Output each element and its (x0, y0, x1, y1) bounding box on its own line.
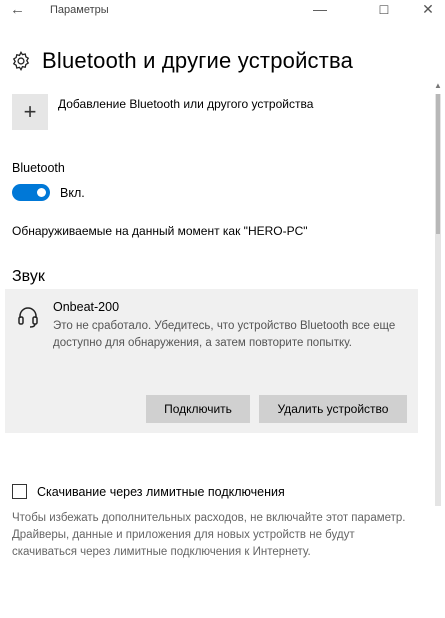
bluetooth-toggle-row: Вкл. (12, 184, 85, 201)
device-error-message: Это не сработало. Убедитесь, что устройс… (53, 320, 396, 349)
headset-icon (18, 307, 38, 328)
plus-icon: + (12, 94, 48, 130)
minimize-button[interactable]: — (310, 1, 330, 17)
maximize-button[interactable]: ☐ (374, 3, 394, 17)
metered-option: Скачивание через лимитные подключения (12, 484, 285, 499)
metered-checkbox-label[interactable]: Скачивание через лимитные подключения (37, 485, 285, 499)
plus-glyph: + (23, 99, 37, 124)
connect-button[interactable]: Подключить (146, 395, 250, 423)
bluetooth-toggle[interactable] (12, 184, 50, 201)
add-device-label: Добавление Bluetooth или другого устройс… (58, 97, 314, 111)
window-title: Параметры (50, 4, 109, 16)
scroll-track[interactable] (435, 94, 441, 506)
add-device-button[interactable]: + Добавление Bluetooth или другого устро… (12, 94, 313, 130)
gear-icon (12, 50, 30, 72)
sound-section-heading: Звук (12, 268, 45, 285)
metered-checkbox[interactable] (12, 484, 27, 499)
title-bar: ← Параметры — ☐ ✕ (0, 0, 445, 22)
device-name: Onbeat-200 (53, 300, 120, 314)
close-button[interactable]: ✕ (418, 1, 438, 18)
remove-device-button[interactable]: Удалить устройство (259, 395, 407, 423)
bluetooth-label: Bluetooth (12, 161, 65, 175)
discoverable-status: Обнаруживаемые на данный момент как "HER… (12, 224, 308, 238)
page-heading: Bluetooth и другие устройства (10, 44, 353, 78)
scroll-thumb[interactable] (436, 94, 440, 234)
back-arrow-icon[interactable]: ← (10, 1, 25, 18)
toggle-state-label: Вкл. (60, 185, 85, 200)
scroll-up-arrow-icon[interactable]: ▲ (433, 80, 443, 92)
metered-description: Чтобы избежать дополнительных расходов, … (12, 512, 406, 558)
vertical-scrollbar[interactable]: ▲ (433, 80, 443, 618)
page-title: Bluetooth и другие устройства (42, 48, 354, 73)
device-item-panel[interactable]: Onbeat-200 Это не сработало. Убедитесь, … (5, 289, 418, 433)
toggle-knob (37, 188, 46, 197)
